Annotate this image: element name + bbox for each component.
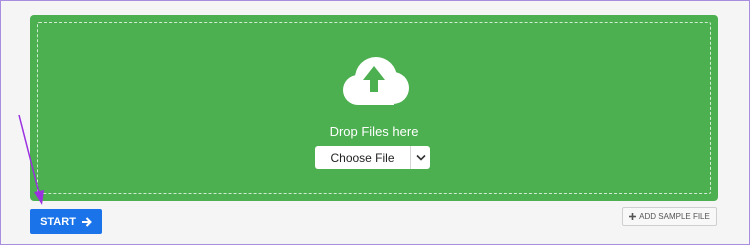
drop-files-label: Drop Files here: [329, 124, 419, 139]
cloud-upload-icon: [343, 57, 409, 105]
start-button-label: START: [40, 215, 76, 228]
plus-icon: [629, 213, 637, 220]
chevron-down-icon: [415, 154, 426, 161]
choose-file-group: Choose File: [315, 146, 430, 169]
add-sample-file-label: ADD SAMPLE FILE: [639, 212, 710, 221]
start-button[interactable]: START: [30, 209, 102, 234]
add-sample-file-button[interactable]: ADD SAMPLE FILE: [622, 207, 717, 226]
choose-file-button[interactable]: Choose File: [315, 146, 410, 169]
file-dropzone[interactable]: Drop Files here Choose File: [30, 15, 718, 201]
arrow-right-icon: [81, 216, 92, 227]
choose-file-dropdown-button[interactable]: [410, 146, 430, 169]
